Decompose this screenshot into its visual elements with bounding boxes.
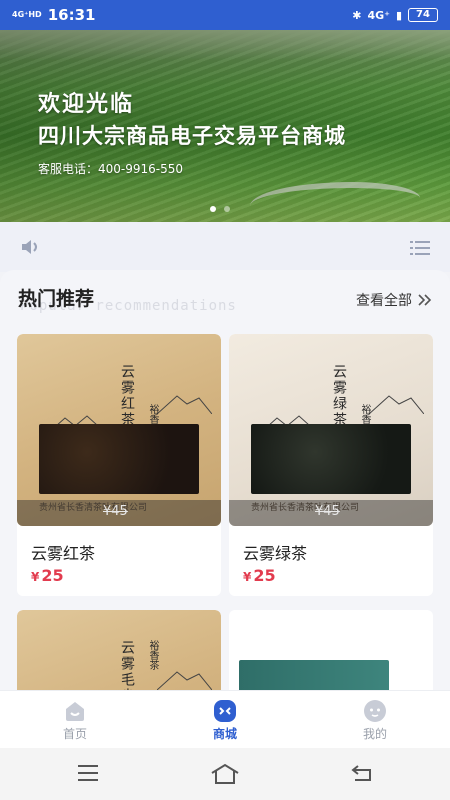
shop-icon xyxy=(214,700,236,722)
mountain-decoration xyxy=(157,671,212,690)
double-chevron-right-icon xyxy=(418,294,432,306)
menu-icon[interactable] xyxy=(76,763,100,783)
carousel-dot[interactable] xyxy=(224,206,230,212)
bluetooth-icon: ✱ xyxy=(352,8,362,22)
tab-profile[interactable]: 我的 xyxy=(300,691,450,748)
tab-home[interactable]: 首页 xyxy=(0,691,150,748)
price-value: 25 xyxy=(253,566,276,585)
product-name: 云雾绿茶 xyxy=(243,544,308,563)
mountain-decoration xyxy=(157,395,212,414)
package-label: 云雾红茶 xyxy=(119,364,135,428)
signal-icon: ▮ xyxy=(395,8,402,22)
home-nav-icon[interactable] xyxy=(210,763,240,785)
product-image: 云雾绿茶 裕香茶 贵州省长香清茶叶有限公司 ¥45 xyxy=(229,334,433,526)
product-box-image xyxy=(239,660,389,690)
carousel-dot-active[interactable] xyxy=(210,206,216,212)
tab-label: 首页 xyxy=(62,727,87,741)
section-header: Popular recommendations 热门推荐 查看全部 xyxy=(18,282,432,322)
status-bar: 4G⁺HD 16:31 ✱ 4G⁺ ▮ 74 xyxy=(0,0,450,30)
notice-bar xyxy=(0,222,450,272)
view-all-link[interactable]: 查看全部 xyxy=(356,290,432,310)
battery-icon: 74 xyxy=(408,8,438,22)
product-card[interactable] xyxy=(229,610,433,690)
banner-subtitle: 四川大宗商品电子交易平台商城 xyxy=(38,124,346,148)
product-card[interactable]: 云雾绿茶 裕香茶 贵州省长香清茶叶有限公司 ¥45 云雾绿茶 ¥25 xyxy=(229,334,433,596)
original-price: ¥45 xyxy=(315,504,340,519)
package-label: 云雾毛尖 xyxy=(119,640,135,690)
clock: 16:31 xyxy=(47,6,96,24)
system-navigation-bar xyxy=(0,748,450,800)
tea-window xyxy=(39,424,199,494)
tab-label: 商城 xyxy=(212,727,237,741)
hero-banner[interactable]: 欢迎光临 四川大宗商品电子交易平台商城 客服电话：400-9916-550 xyxy=(0,30,450,222)
bottom-tab-bar: 首页 商城 我的 xyxy=(0,690,450,748)
product-name: 云雾红茶 xyxy=(31,544,96,563)
currency-symbol: ¥ xyxy=(243,570,252,584)
signal-network: 4G⁺ xyxy=(367,8,390,22)
package-sub: 裕香茶 xyxy=(147,640,158,670)
package-label: 云雾绿茶 xyxy=(331,364,347,428)
carousel-dots xyxy=(210,206,230,212)
original-price: ¥45 xyxy=(103,504,128,519)
status-right: ✱ 4G⁺ ▮ 74 xyxy=(352,8,438,22)
service-phone: 客服电话：400-9916-550 xyxy=(38,162,184,176)
product-card[interactable]: 云雾毛尖 裕香茶 xyxy=(17,610,221,690)
mountain-decoration xyxy=(369,395,424,414)
list-menu-icon[interactable] xyxy=(410,240,430,256)
product-image: 云雾红茶 裕香茶 贵州省长香清茶叶有限公司 ¥45 xyxy=(17,334,221,526)
recommendations-section: Popular recommendations 热门推荐 查看全部 云雾红茶 裕… xyxy=(0,270,450,690)
product-price: ¥25 xyxy=(31,566,64,585)
battery-level: 74 xyxy=(416,9,430,20)
back-icon[interactable] xyxy=(350,763,374,783)
profile-icon xyxy=(364,700,386,722)
speaker-icon[interactable] xyxy=(20,238,42,256)
product-card[interactable]: 云雾红茶 裕香茶 贵州省长香清茶叶有限公司 ¥45 云雾红茶 ¥25 xyxy=(17,334,221,596)
view-all-label: 查看全部 xyxy=(356,293,412,309)
price-value: 25 xyxy=(41,566,64,585)
home-icon xyxy=(66,702,84,721)
tab-shop[interactable]: 商城 xyxy=(150,691,300,748)
section-title: 热门推荐 xyxy=(18,288,95,310)
tab-label: 我的 xyxy=(362,727,387,741)
network-indicator: 4G⁺HD xyxy=(12,10,42,19)
tea-window xyxy=(251,424,411,494)
product-image: 云雾毛尖 裕香茶 xyxy=(17,610,221,690)
banner-title: 欢迎光临 xyxy=(38,92,135,117)
product-price: ¥25 xyxy=(243,566,276,585)
currency-symbol: ¥ xyxy=(31,570,40,584)
